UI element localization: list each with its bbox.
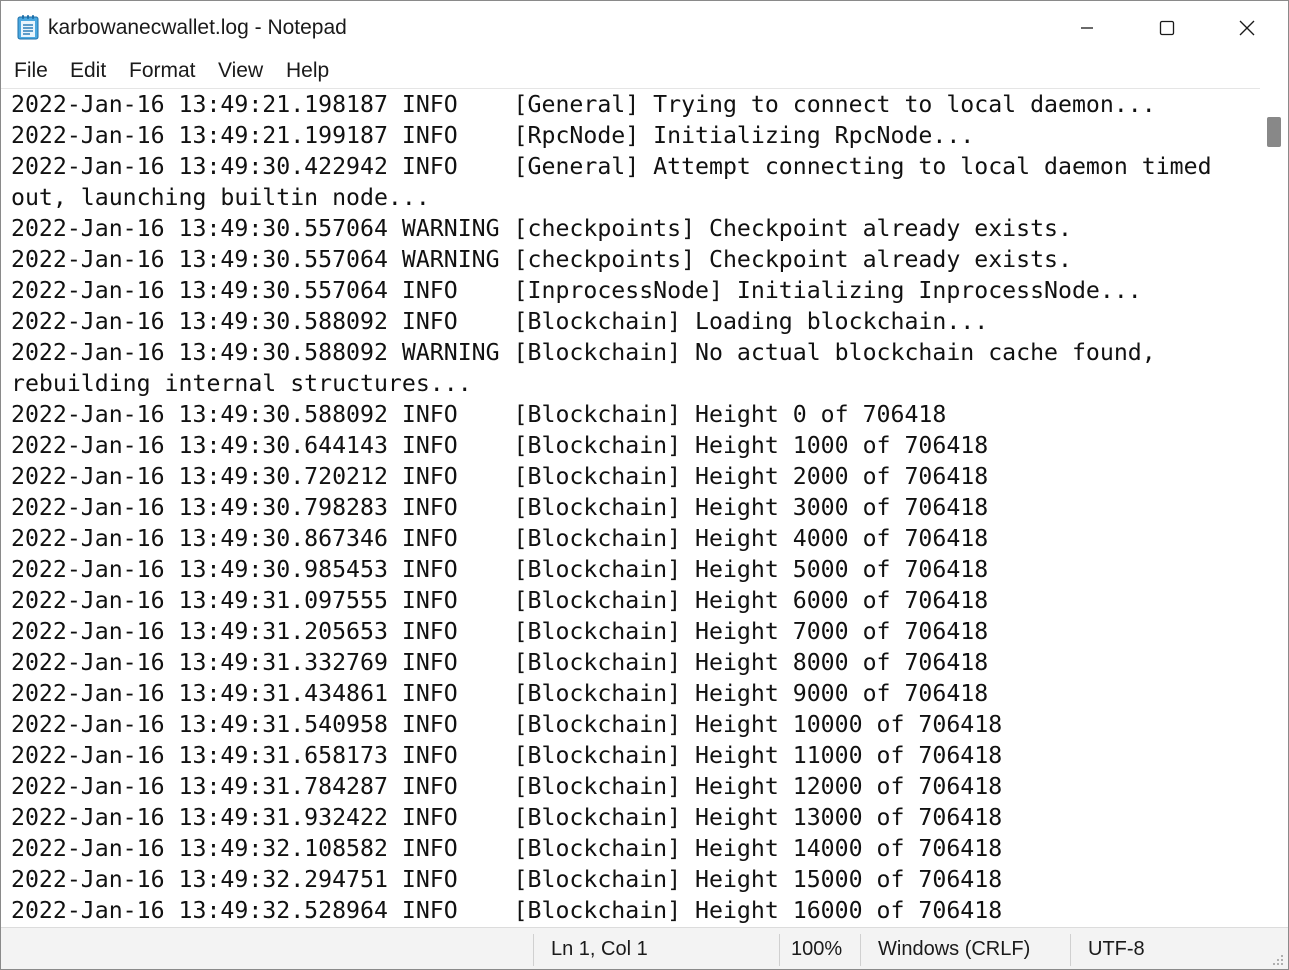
notepad-window: karbowanecwallet.log - Notepad File Edit… <box>0 0 1289 970</box>
log-line: 2022-Jan-16 13:49:30.557064 WARNING [che… <box>11 246 1072 273</box>
log-line: 2022-Jan-16 13:49:30.557064 INFO [Inproc… <box>11 277 1142 304</box>
title-bar[interactable]: karbowanecwallet.log - Notepad <box>1 1 1288 54</box>
encoding: UTF-8 <box>1088 938 1145 960</box>
close-icon <box>1239 20 1255 35</box>
vertical-scrollbar[interactable] <box>1260 88 1288 927</box>
maximize-button[interactable] <box>1127 1 1207 54</box>
line-ending: Windows (CRLF) <box>878 938 1031 960</box>
scroll-thumb[interactable] <box>1267 117 1281 147</box>
log-line: out, launching builtin node... <box>11 184 430 211</box>
log-line: 2022-Jan-16 13:49:30.588092 INFO [Blockc… <box>11 308 989 335</box>
menu-bar: File Edit Format View Help <box>1 54 1288 88</box>
menu-file[interactable]: File <box>14 58 48 84</box>
log-line: 2022-Jan-16 13:49:30.867346 INFO [Blockc… <box>11 525 989 552</box>
log-line: 2022-Jan-16 13:49:30.588092 INFO [Blockc… <box>11 401 947 428</box>
menu-help[interactable]: Help <box>286 58 329 84</box>
window-title: karbowanecwallet.log - Notepad <box>48 16 347 39</box>
cursor-position: Ln 1, Col 1 <box>551 938 648 960</box>
log-line: 2022-Jan-16 13:49:31.097555 INFO [Blockc… <box>11 587 989 614</box>
minimize-button[interactable] <box>1047 1 1127 54</box>
log-line: 2022-Jan-16 13:49:30.557064 WARNING [che… <box>11 215 1072 242</box>
log-line: rebuilding internal structures... <box>11 370 472 397</box>
log-line: 2022-Jan-16 13:49:32.294751 INFO [Blockc… <box>11 866 1003 893</box>
log-line: 2022-Jan-16 13:49:31.434861 INFO [Blockc… <box>11 680 989 707</box>
log-line: 2022-Jan-16 13:49:30.422942 INFO [Genera… <box>11 153 1212 180</box>
menu-edit[interactable]: Edit <box>70 58 106 84</box>
maximize-icon <box>1159 20 1175 35</box>
status-divider <box>533 934 534 966</box>
minimize-icon <box>1081 26 1093 29</box>
zoom-level: 100% <box>791 938 843 960</box>
status-divider <box>860 934 861 966</box>
log-line: 2022-Jan-16 13:49:31.932422 INFO [Blockc… <box>11 804 1003 831</box>
notepad-icon <box>17 14 39 40</box>
log-line: 2022-Jan-16 13:49:21.198187 INFO [Genera… <box>11 91 1156 118</box>
resize-grip-icon[interactable] <box>1270 952 1284 966</box>
text-editor[interactable]: 2022-Jan-16 13:49:21.198187 INFO [Genera… <box>1 88 1260 928</box>
log-line: 2022-Jan-16 13:49:30.985453 INFO [Blockc… <box>11 556 989 583</box>
log-line: 2022-Jan-16 13:49:30.798283 INFO [Blockc… <box>11 494 989 521</box>
status-divider <box>1070 934 1071 966</box>
log-line: 2022-Jan-16 13:49:31.658173 INFO [Blockc… <box>11 742 1003 769</box>
log-line: 2022-Jan-16 13:49:31.540958 INFO [Blockc… <box>11 711 1003 738</box>
log-line: 2022-Jan-16 13:49:30.588092 WARNING [Blo… <box>11 339 1156 366</box>
log-line: 2022-Jan-16 13:49:30.644143 INFO [Blockc… <box>11 432 989 459</box>
menu-format[interactable]: Format <box>129 58 196 84</box>
log-line: 2022-Jan-16 13:49:30.720212 INFO [Blockc… <box>11 463 989 490</box>
status-bar: Ln 1, Col 1 100% Windows (CRLF) UTF-8 <box>1 927 1288 969</box>
log-line: 2022-Jan-16 13:49:32.108582 INFO [Blockc… <box>11 835 1003 862</box>
menu-view[interactable]: View <box>218 58 263 84</box>
status-divider <box>779 934 780 966</box>
log-line: 2022-Jan-16 13:49:21.199187 INFO [RpcNod… <box>11 122 975 149</box>
close-button[interactable] <box>1207 1 1287 54</box>
log-line: 2022-Jan-16 13:49:31.784287 INFO [Blockc… <box>11 773 1003 800</box>
log-line: 2022-Jan-16 13:49:32.528964 INFO [Blockc… <box>11 897 1003 924</box>
log-line: 2022-Jan-16 13:49:31.332769 INFO [Blockc… <box>11 649 989 676</box>
log-line: 2022-Jan-16 13:49:31.205653 INFO [Blockc… <box>11 618 989 645</box>
